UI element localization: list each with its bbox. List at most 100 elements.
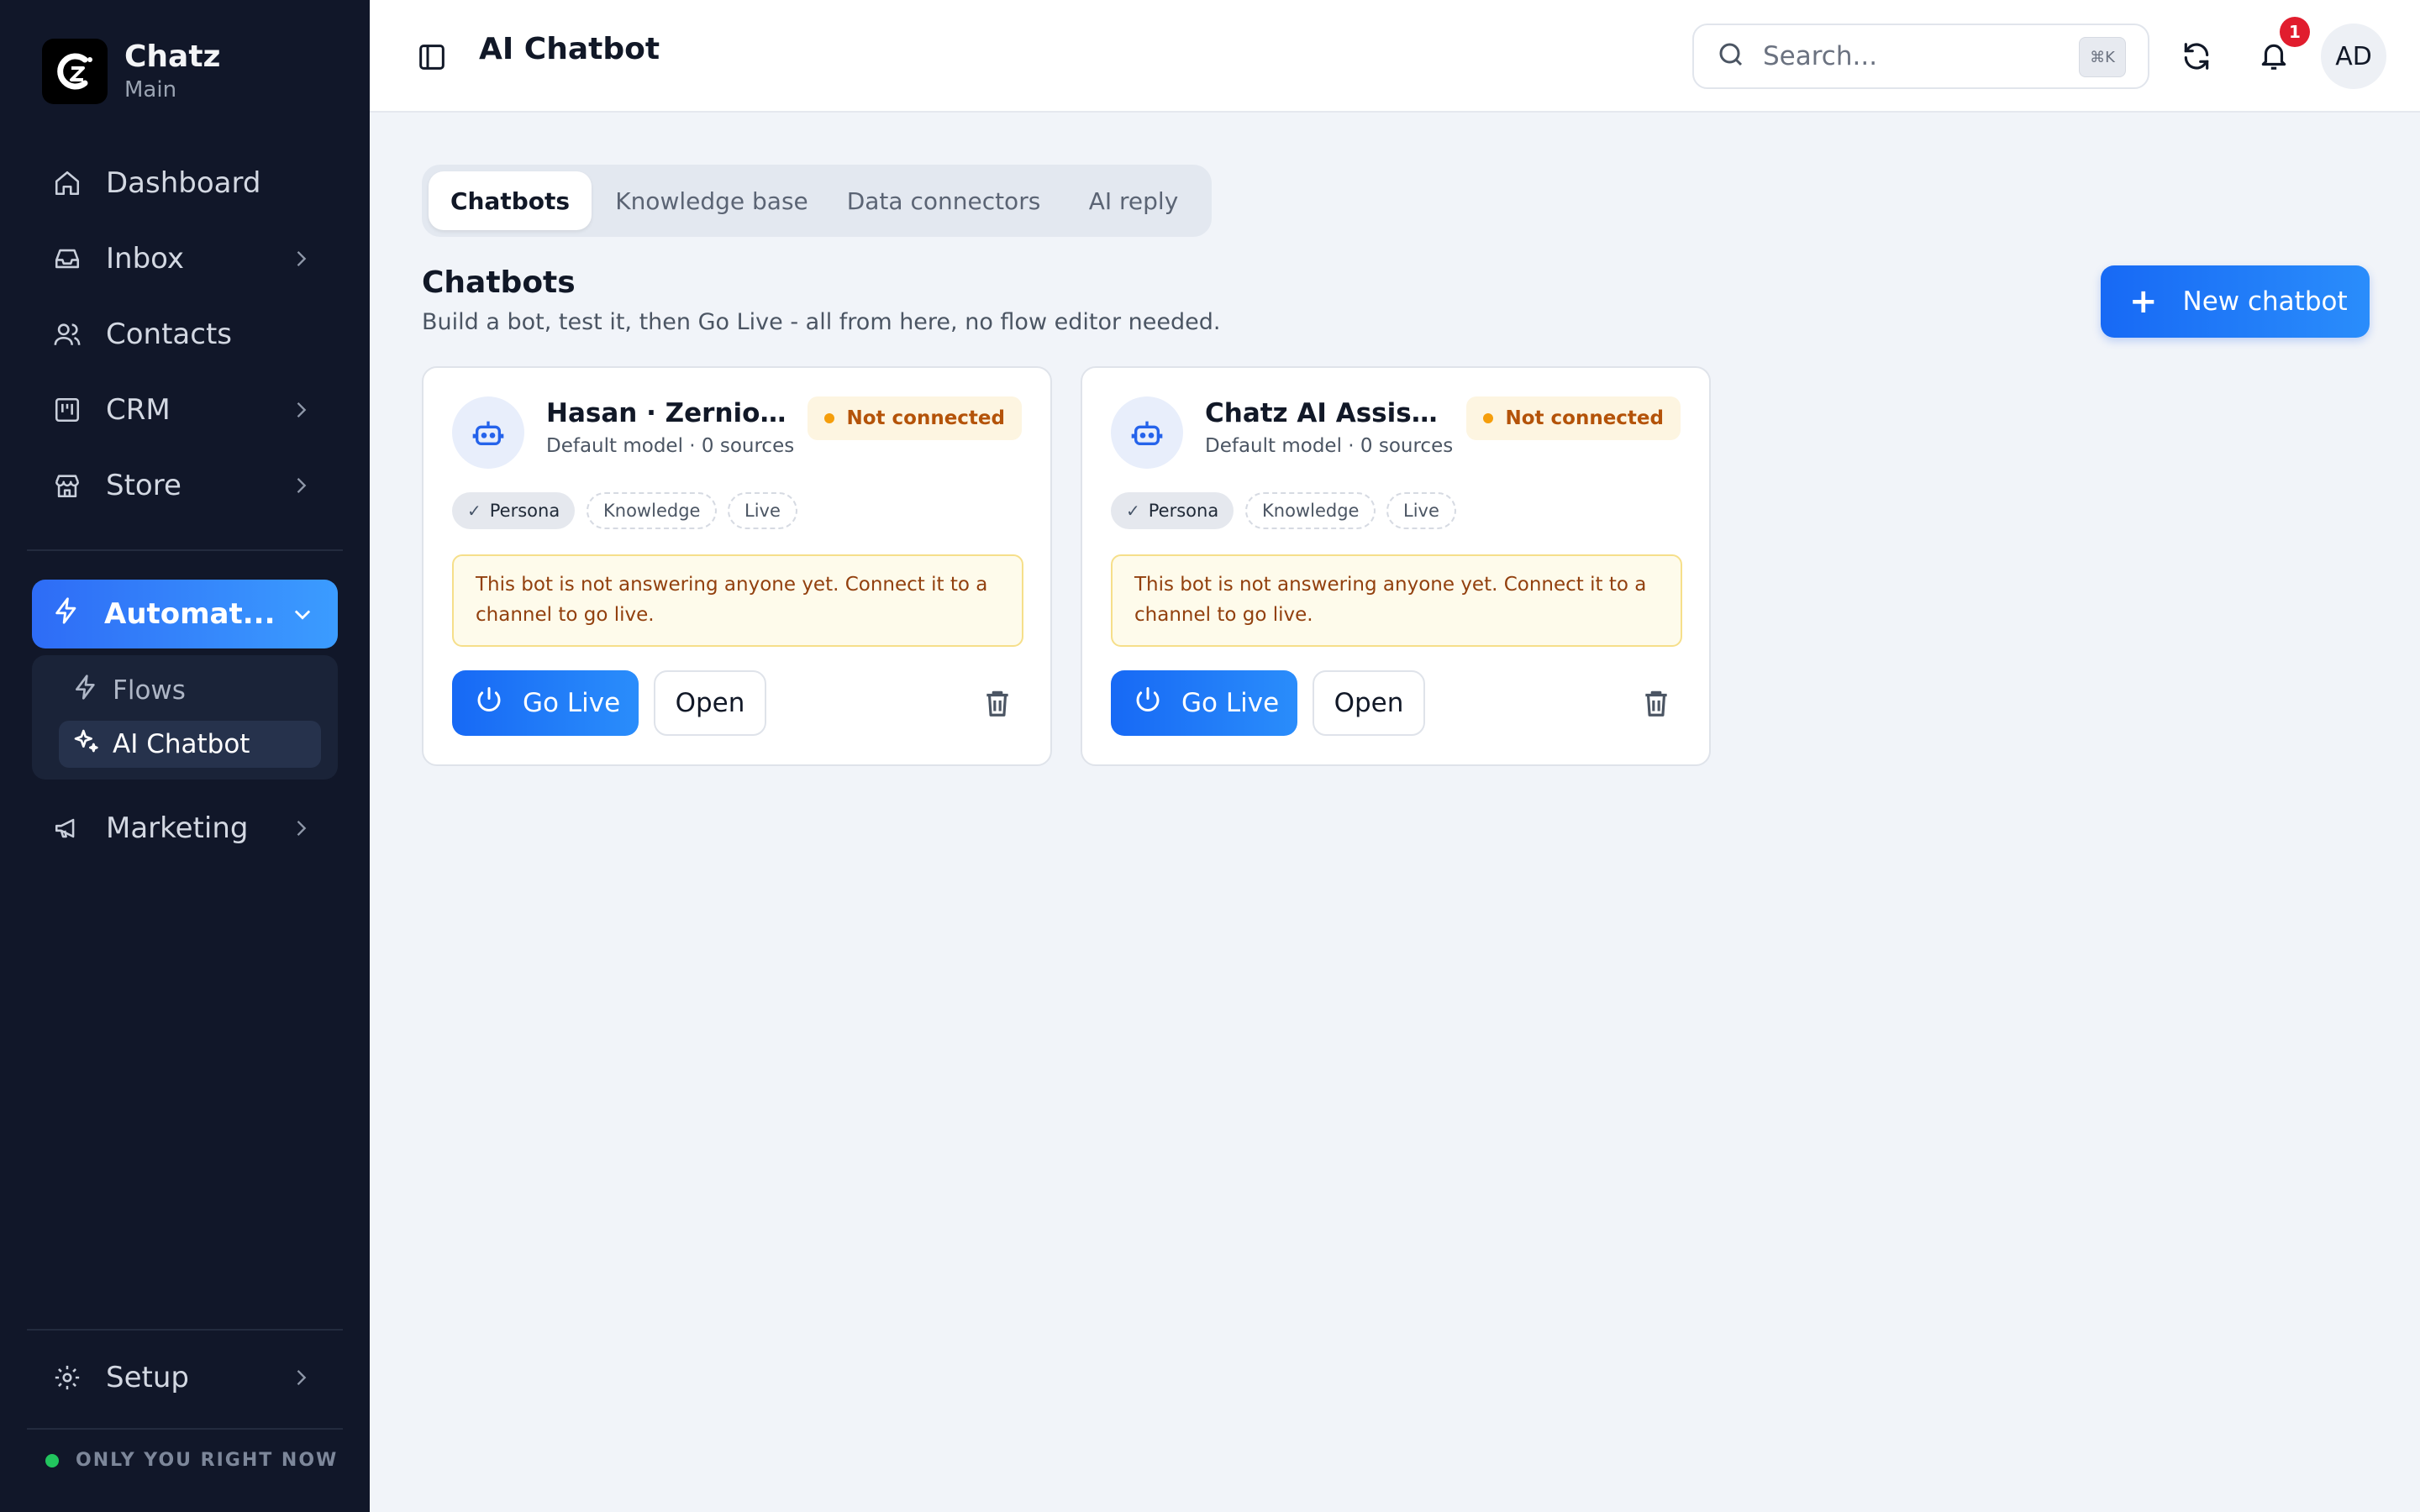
chatbot-meta: Default model · 0 sources xyxy=(546,435,795,457)
step-chip-knowledge: Knowledge xyxy=(1245,492,1376,529)
sidebar-item-store[interactable]: Store xyxy=(32,455,338,516)
trash-icon[interactable] xyxy=(981,687,1013,719)
status-label: Not connected xyxy=(1505,407,1664,429)
section-subtitle: Build a bot, test it, then Go Live - all… xyxy=(422,309,1221,335)
chip-label: Persona xyxy=(489,501,560,521)
brand[interactable]: Chatz Main xyxy=(42,39,221,104)
sidebar-item-dashboard[interactable]: Dashboard xyxy=(32,153,338,213)
power-icon xyxy=(1133,685,1163,722)
kanban-icon xyxy=(52,395,82,425)
sidebar-item-label: Inbox xyxy=(106,242,185,276)
tab-data-connectors[interactable]: Data connectors xyxy=(832,171,1055,230)
presence-status: ONLY YOU RIGHT NOW xyxy=(45,1450,338,1471)
brand-name: Chatz xyxy=(124,39,221,74)
sidebar-item-contacts[interactable]: Contacts xyxy=(32,304,338,365)
avatar[interactable]: AD xyxy=(2321,24,2386,89)
trash-icon[interactable] xyxy=(1640,687,1672,719)
sidebar-divider xyxy=(27,1329,343,1331)
tab-chatbots[interactable]: Chatbots xyxy=(429,171,592,230)
sidebar-item-ai-chatbot[interactable]: AI Chatbot xyxy=(59,721,321,768)
chevron-right-icon xyxy=(297,251,307,266)
search-input[interactable] xyxy=(1763,41,2065,71)
gear-icon xyxy=(52,1362,82,1393)
chatbot-card: Chatz AI Assist... Default model · 0 sou… xyxy=(1081,366,1711,766)
store-icon xyxy=(52,470,82,501)
sparkles-icon xyxy=(72,727,99,761)
chevron-down-icon xyxy=(294,610,311,620)
bot-icon xyxy=(452,396,524,469)
home-icon xyxy=(52,168,82,198)
chatbot-name[interactable]: Chatz AI Assist... xyxy=(1205,398,1449,428)
chevron-right-icon xyxy=(297,1370,307,1385)
sidebar-toggle-icon[interactable] xyxy=(415,40,449,74)
status-dot-icon xyxy=(824,413,835,423)
step-chip-knowledge: Knowledge xyxy=(587,492,718,529)
status-badge: Not connected xyxy=(1466,396,1681,440)
notification-badge: 1 xyxy=(2280,17,2310,47)
chatbot-name[interactable]: Hasan · Zernio ... xyxy=(546,398,790,428)
search-box[interactable]: ⌘K xyxy=(1692,24,2149,89)
power-icon xyxy=(474,685,504,722)
sidebar-divider xyxy=(27,549,343,551)
sidebar-item-label: Store xyxy=(106,469,182,502)
workspace-name: Main xyxy=(124,77,177,102)
sidebar-item-automation[interactable]: Automat... xyxy=(32,580,338,648)
tab-bar: Chatbots Knowledge base Data connectors … xyxy=(422,165,1212,237)
check-icon: ✓ xyxy=(1126,501,1140,521)
sidebar-item-label: Contacts xyxy=(106,318,232,351)
sidebar-item-flows[interactable]: Flows xyxy=(59,667,321,714)
bot-icon xyxy=(1111,396,1183,469)
sidebar-item-label: CRM xyxy=(106,393,171,427)
sidebar-item-label: AI Chatbot xyxy=(113,729,250,759)
logo-icon xyxy=(42,39,108,104)
status-label: Not connected xyxy=(846,407,1005,429)
refresh-button[interactable] xyxy=(2176,36,2217,76)
section-title: Chatbots xyxy=(422,265,576,300)
bell-icon xyxy=(2261,44,2286,70)
sidebar: Chatz Main Dashboard Inbox Contacts CRM xyxy=(0,0,370,1512)
chatbot-meta: Default model · 0 sources xyxy=(1205,435,1454,457)
automation-submenu: Flows AI Chatbot xyxy=(32,655,338,780)
chevron-right-icon xyxy=(297,478,307,493)
not-live-warning: This bot is not answering anyone yet. Co… xyxy=(452,554,1023,647)
sidebar-item-label: Flows xyxy=(113,675,186,706)
status-dot-icon xyxy=(1483,413,1494,423)
online-dot-icon xyxy=(45,1453,59,1467)
not-live-warning: This bot is not answering anyone yet. Co… xyxy=(1111,554,1682,647)
go-live-button[interactable]: Go Live xyxy=(452,670,639,736)
chevron-right-icon xyxy=(297,402,307,417)
sidebar-item-label: Automat... xyxy=(104,597,276,631)
new-chatbot-label: New chatbot xyxy=(2182,286,2348,317)
presence-label: ONLY YOU RIGHT NOW xyxy=(76,1450,339,1471)
sidebar-item-setup[interactable]: Setup xyxy=(32,1347,338,1408)
go-live-label: Go Live xyxy=(523,688,621,718)
sidebar-item-inbox[interactable]: Inbox xyxy=(32,228,338,289)
new-chatbot-button[interactable]: + New chatbot xyxy=(2101,265,2370,338)
sidebar-divider xyxy=(27,1428,343,1430)
refresh-icon xyxy=(2184,43,2209,70)
zap-icon xyxy=(52,596,81,633)
status-badge: Not connected xyxy=(808,396,1022,440)
sidebar-item-label: Setup xyxy=(106,1361,189,1394)
zap-icon xyxy=(72,674,99,707)
top-bar: AI Chatbot ⌘K 1 AD xyxy=(370,0,2420,113)
megaphone-icon xyxy=(52,813,82,843)
inbox-icon xyxy=(52,244,82,274)
tab-ai-reply[interactable]: AI reply xyxy=(1062,171,1205,230)
search-icon xyxy=(1716,39,1746,73)
step-chip-live: Live xyxy=(1386,492,1456,529)
plus-icon: + xyxy=(2129,282,2158,321)
users-icon xyxy=(52,319,82,349)
sidebar-item-label: Marketing xyxy=(106,811,249,845)
open-button[interactable]: Open xyxy=(654,670,766,736)
page-title: AI Chatbot xyxy=(479,32,660,66)
open-button[interactable]: Open xyxy=(1313,670,1425,736)
chip-label: Persona xyxy=(1148,501,1219,521)
chatbot-card: Hasan · Zernio ... Default model · 0 sou… xyxy=(422,366,1052,766)
tab-knowledge-base[interactable]: Knowledge base xyxy=(598,171,825,230)
sidebar-item-crm[interactable]: CRM xyxy=(32,380,338,440)
step-chip-live: Live xyxy=(728,492,797,529)
go-live-button[interactable]: Go Live xyxy=(1111,670,1297,736)
sidebar-item-marketing[interactable]: Marketing xyxy=(32,798,338,858)
shortcut-hint: ⌘K xyxy=(2079,37,2126,77)
